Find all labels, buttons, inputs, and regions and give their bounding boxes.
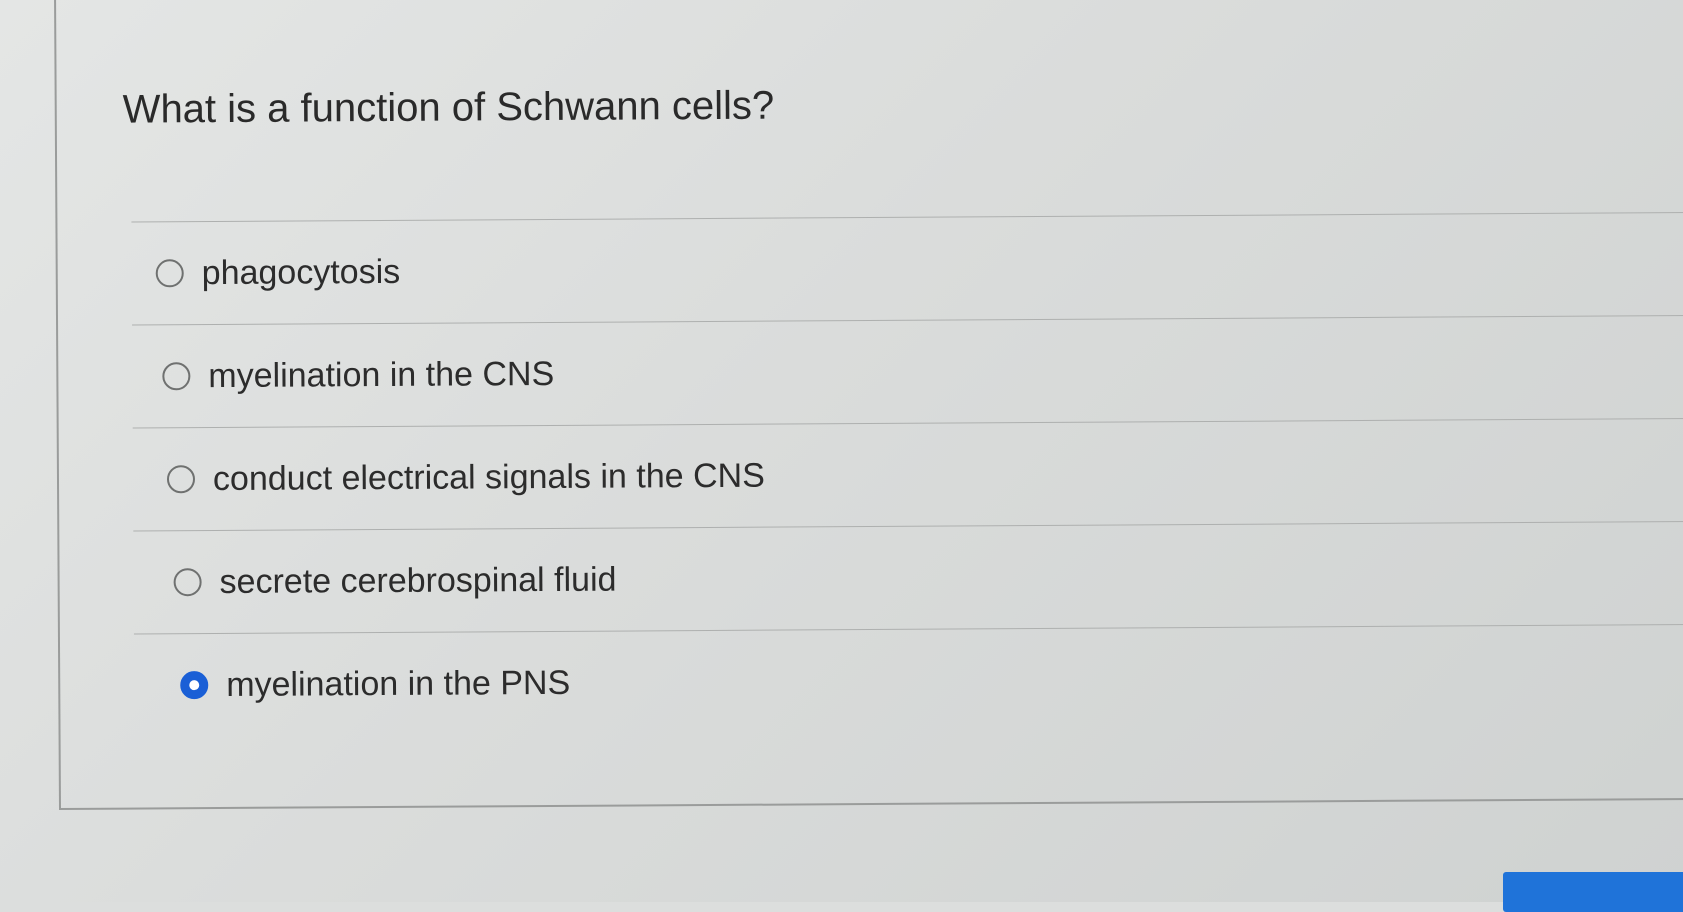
submit-button-partial[interactable] xyxy=(1503,872,1683,912)
option-label: secrete cerebrospinal fluid xyxy=(219,560,617,601)
radio-unchecked-icon[interactable] xyxy=(173,568,202,597)
question-text: What is a function of Schwann cells? xyxy=(122,83,775,132)
option-label: phagocytosis xyxy=(201,252,401,292)
radio-checked-icon[interactable] xyxy=(180,671,209,700)
radio-unchecked-icon[interactable] xyxy=(162,362,191,391)
option-myelination-pns[interactable]: myelination in the PNS xyxy=(134,625,1683,737)
option-secrete-csf[interactable]: secrete cerebrospinal fluid xyxy=(133,522,1683,634)
answer-options: phagocytosis myelination in the CNS cond… xyxy=(131,212,1683,737)
radio-unchecked-icon[interactable] xyxy=(155,259,184,288)
question-card: What is a function of Schwann cells? pha… xyxy=(54,0,1683,810)
option-myelination-cns[interactable]: myelination in the CNS xyxy=(132,316,1683,428)
option-phagocytosis[interactable]: phagocytosis xyxy=(131,213,1683,325)
option-label: conduct electrical signals in the CNS xyxy=(212,456,765,498)
screen-background: What is a function of Schwann cells? pha… xyxy=(0,0,1683,912)
option-label: myelination in the PNS xyxy=(226,663,571,704)
radio-unchecked-icon[interactable] xyxy=(166,465,196,494)
option-label: myelination in the CNS xyxy=(208,354,555,395)
option-conduct-signals-cns[interactable]: conduct electrical signals in the CNS xyxy=(133,419,1683,531)
